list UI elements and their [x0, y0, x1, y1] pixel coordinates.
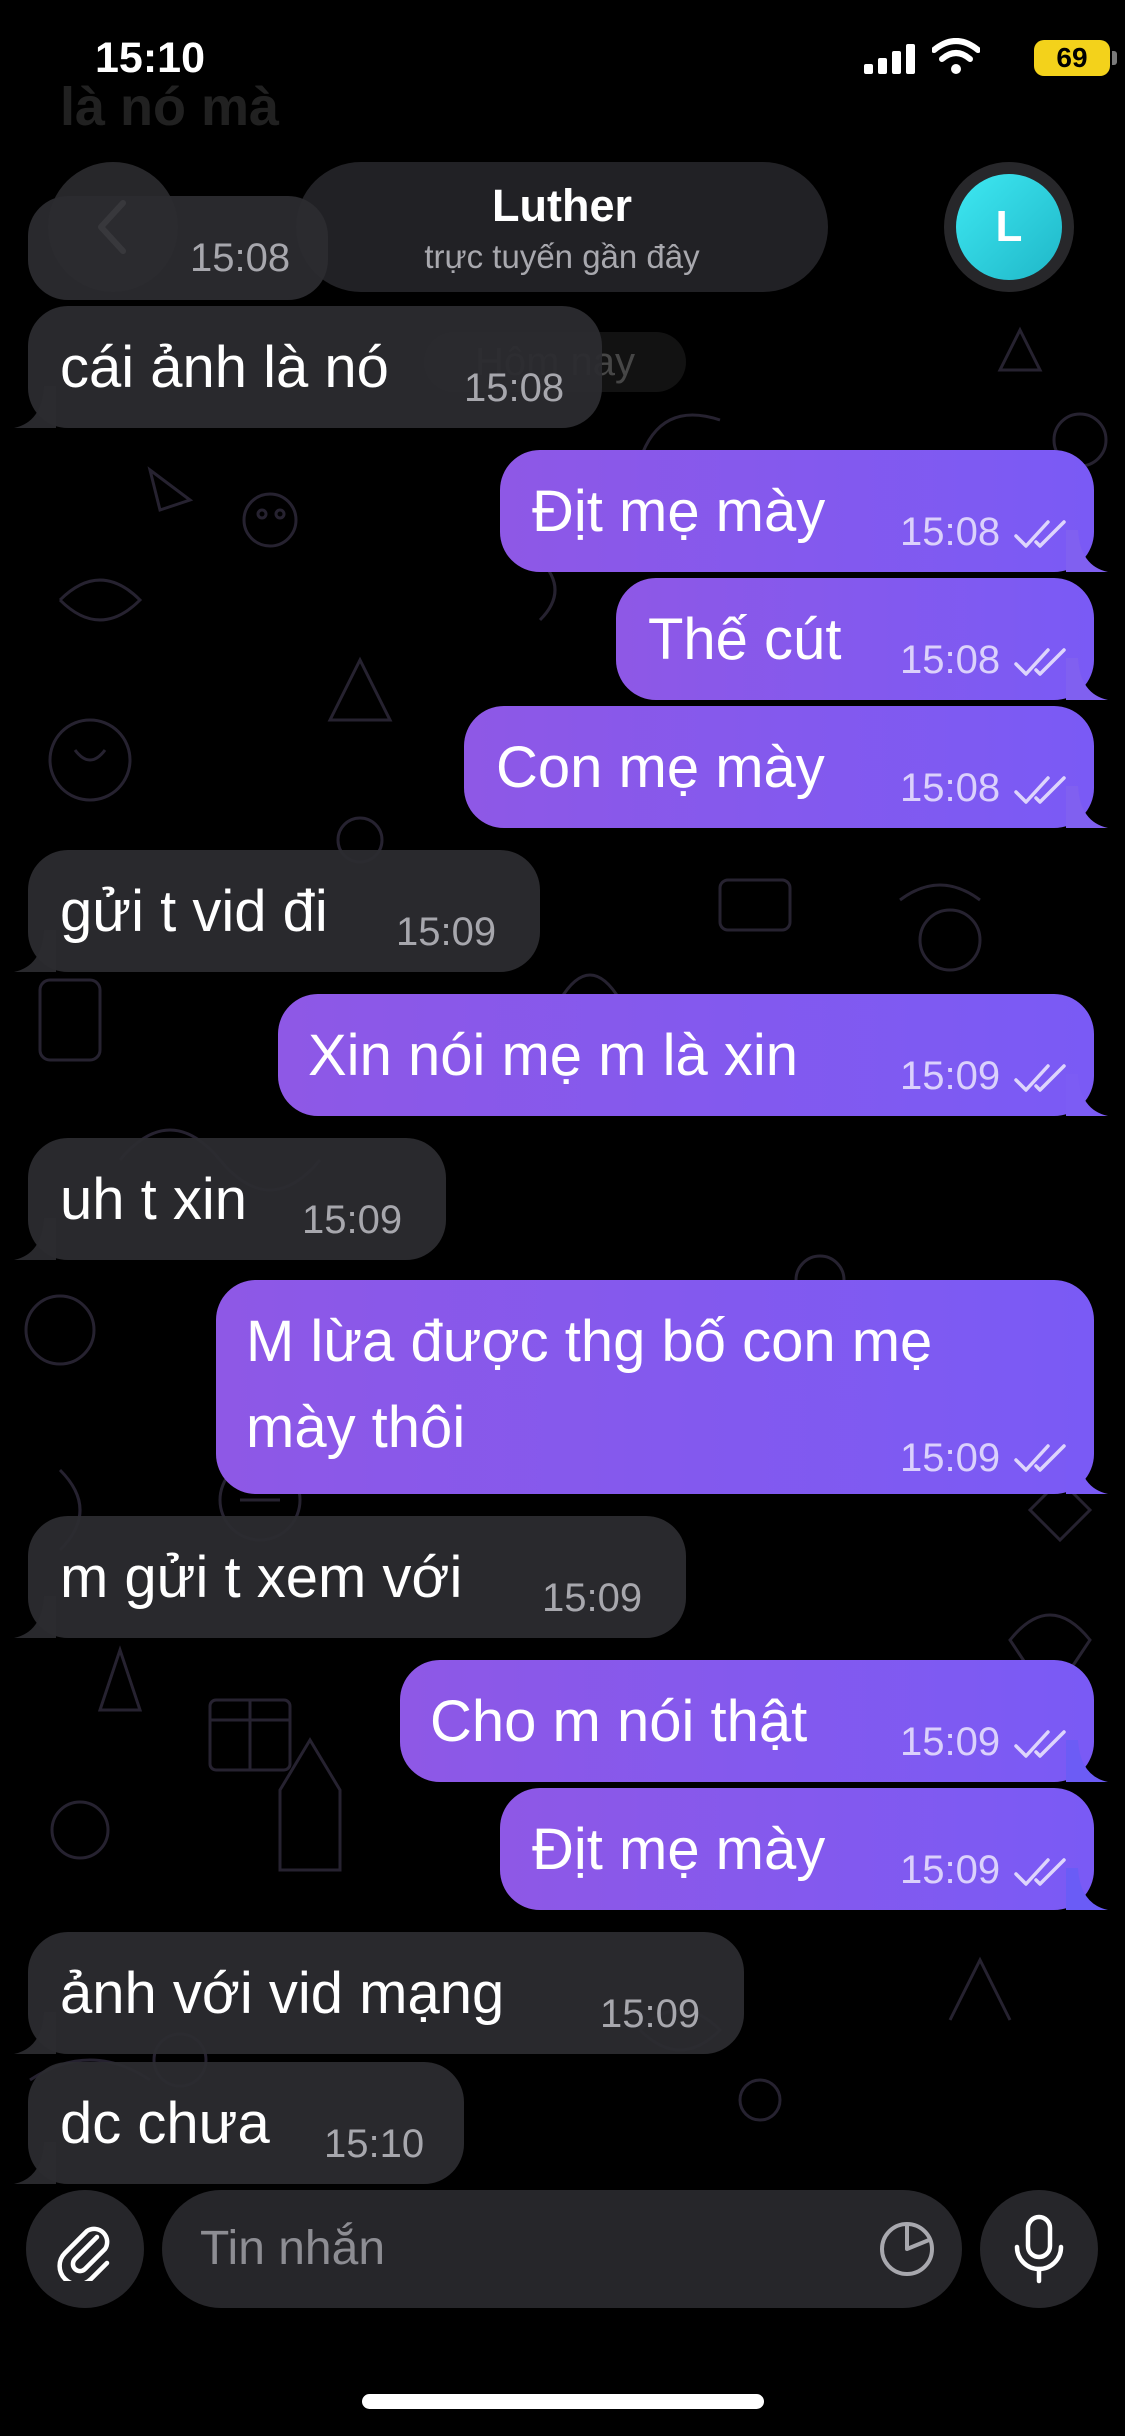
- avatar[interactable]: L: [956, 174, 1062, 280]
- contact-name: Luther: [492, 180, 632, 231]
- message-text: Cho m nói thật: [430, 1689, 808, 1754]
- message-time: 15:09: [302, 1198, 403, 1242]
- message-bubble-outgoing[interactable]: Xin nói mẹ m là xin 15:09: [278, 994, 1108, 1116]
- message-bubble-outgoing[interactable]: Địt mẹ mày 15:08: [500, 450, 1108, 572]
- bubble-tail: [14, 2012, 56, 2054]
- message-time: 15:08: [464, 366, 565, 410]
- message-text: Địt mẹ mày: [532, 1817, 826, 1882]
- bubble-tail: [1066, 1452, 1108, 1494]
- message-text: ảnh với vid mạng: [60, 1961, 505, 2026]
- attach-button[interactable]: [26, 2190, 144, 2308]
- message-time: 15:08: [900, 510, 1001, 554]
- double-check-icon: [1014, 1064, 1066, 1092]
- message-time: 15:09: [396, 910, 497, 954]
- message-time: 15:09: [900, 1848, 1001, 1892]
- message-input[interactable]: Tin nhắn: [162, 2190, 962, 2308]
- double-check-icon: [1014, 648, 1066, 676]
- microphone-icon: [1014, 2214, 1064, 2284]
- paperclip-icon: [57, 2226, 110, 2281]
- scrolled-message-ghost: là nó mà: [60, 77, 280, 137]
- message-bubble-incoming[interactable]: cái ảnh là nó 15:08: [14, 306, 602, 428]
- chat-title-pill[interactable]: Luther trực tuyến gần đây: [296, 162, 828, 292]
- bubble-tail: [1066, 1740, 1108, 1782]
- bubble-tail: [14, 930, 56, 972]
- message-time: 15:09: [542, 1576, 643, 1620]
- home-indicator: [362, 2394, 764, 2409]
- message-time: 15:09: [900, 1054, 1001, 1098]
- message-bubble-incoming[interactable]: gửi t vid đi 15:09: [14, 850, 540, 972]
- bubble-tail: [14, 1218, 56, 1260]
- message-time: 15:08: [900, 638, 1001, 682]
- message-time: 15:09: [900, 1436, 1001, 1480]
- message-time: 15:08: [190, 236, 291, 280]
- contact-status: trực tuyến gần đây: [424, 238, 700, 275]
- message-bubble-outgoing[interactable]: M lừa được thg bố con mẹ mày thôi 15:09: [216, 1280, 1108, 1494]
- message-bubble-incoming[interactable]: dc chưa 15:10: [14, 2062, 464, 2184]
- message-bubble-outgoing[interactable]: Địt mẹ mày 15:09: [500, 1788, 1108, 1910]
- bubble-tail: [14, 386, 56, 428]
- message-text: dc chưa: [60, 2091, 270, 2156]
- bubble-tail: [1066, 530, 1108, 572]
- message-input-placeholder: Tin nhắn: [200, 2222, 386, 2275]
- bubble-tail: [1066, 1868, 1108, 1910]
- message-bubble-outgoing[interactable]: Thế cút 15:08: [616, 578, 1108, 700]
- message-text: cái ảnh là nó: [60, 335, 389, 400]
- message-bubble-incoming[interactable]: ảnh với vid mạng 15:09: [14, 1932, 744, 2054]
- message-time: 15:10: [324, 2122, 425, 2166]
- double-check-icon: [1014, 776, 1066, 804]
- message-text: Thế cút: [648, 607, 842, 672]
- message-bubble-outgoing[interactable]: Cho m nói thật 15:09: [400, 1660, 1108, 1782]
- message-text: m gửi t xem với: [60, 1545, 463, 1610]
- message-text: Xin nói mẹ m là xin: [308, 1023, 798, 1088]
- message-text-line-2: mày thôi: [246, 1395, 466, 1460]
- message-time: 15:09: [600, 1992, 701, 2036]
- bubble-tail: [1066, 658, 1108, 700]
- double-check-icon: [1014, 1730, 1066, 1758]
- cellular-signal-icon: [864, 44, 915, 74]
- bubble-tail: [1066, 1074, 1108, 1116]
- double-check-icon: [1014, 1444, 1066, 1472]
- sticker-icon[interactable]: [878, 2220, 936, 2278]
- message-time: 15:09: [900, 1720, 1001, 1764]
- message-text-line-1: M lừa được thg bố con mẹ: [246, 1309, 933, 1374]
- message-text: Con mẹ mày: [496, 735, 825, 800]
- message-text: uh t xin: [60, 1167, 247, 1232]
- message-bubble-incoming[interactable]: 15:08: [28, 196, 328, 300]
- bubble-tail: [1066, 786, 1108, 828]
- bubble-tail: [14, 2142, 56, 2184]
- voice-message-button[interactable]: [980, 2190, 1098, 2308]
- double-check-icon: [1014, 520, 1066, 548]
- double-check-icon: [1014, 1858, 1066, 1886]
- message-bubble-incoming[interactable]: uh t xin 15:09: [14, 1138, 446, 1260]
- message-text: Địt mẹ mày: [532, 479, 826, 544]
- message-time: 15:08: [900, 766, 1001, 810]
- wifi-icon: [932, 38, 980, 74]
- message-bubble-incoming[interactable]: m gửi t xem với 15:09: [14, 1516, 686, 1638]
- battery-indicator: 69: [1034, 40, 1117, 76]
- bubble-tail: [14, 1596, 56, 1638]
- message-text: gửi t vid đi: [60, 879, 328, 944]
- message-bubble-outgoing[interactable]: Con mẹ mày 15:08: [464, 706, 1108, 828]
